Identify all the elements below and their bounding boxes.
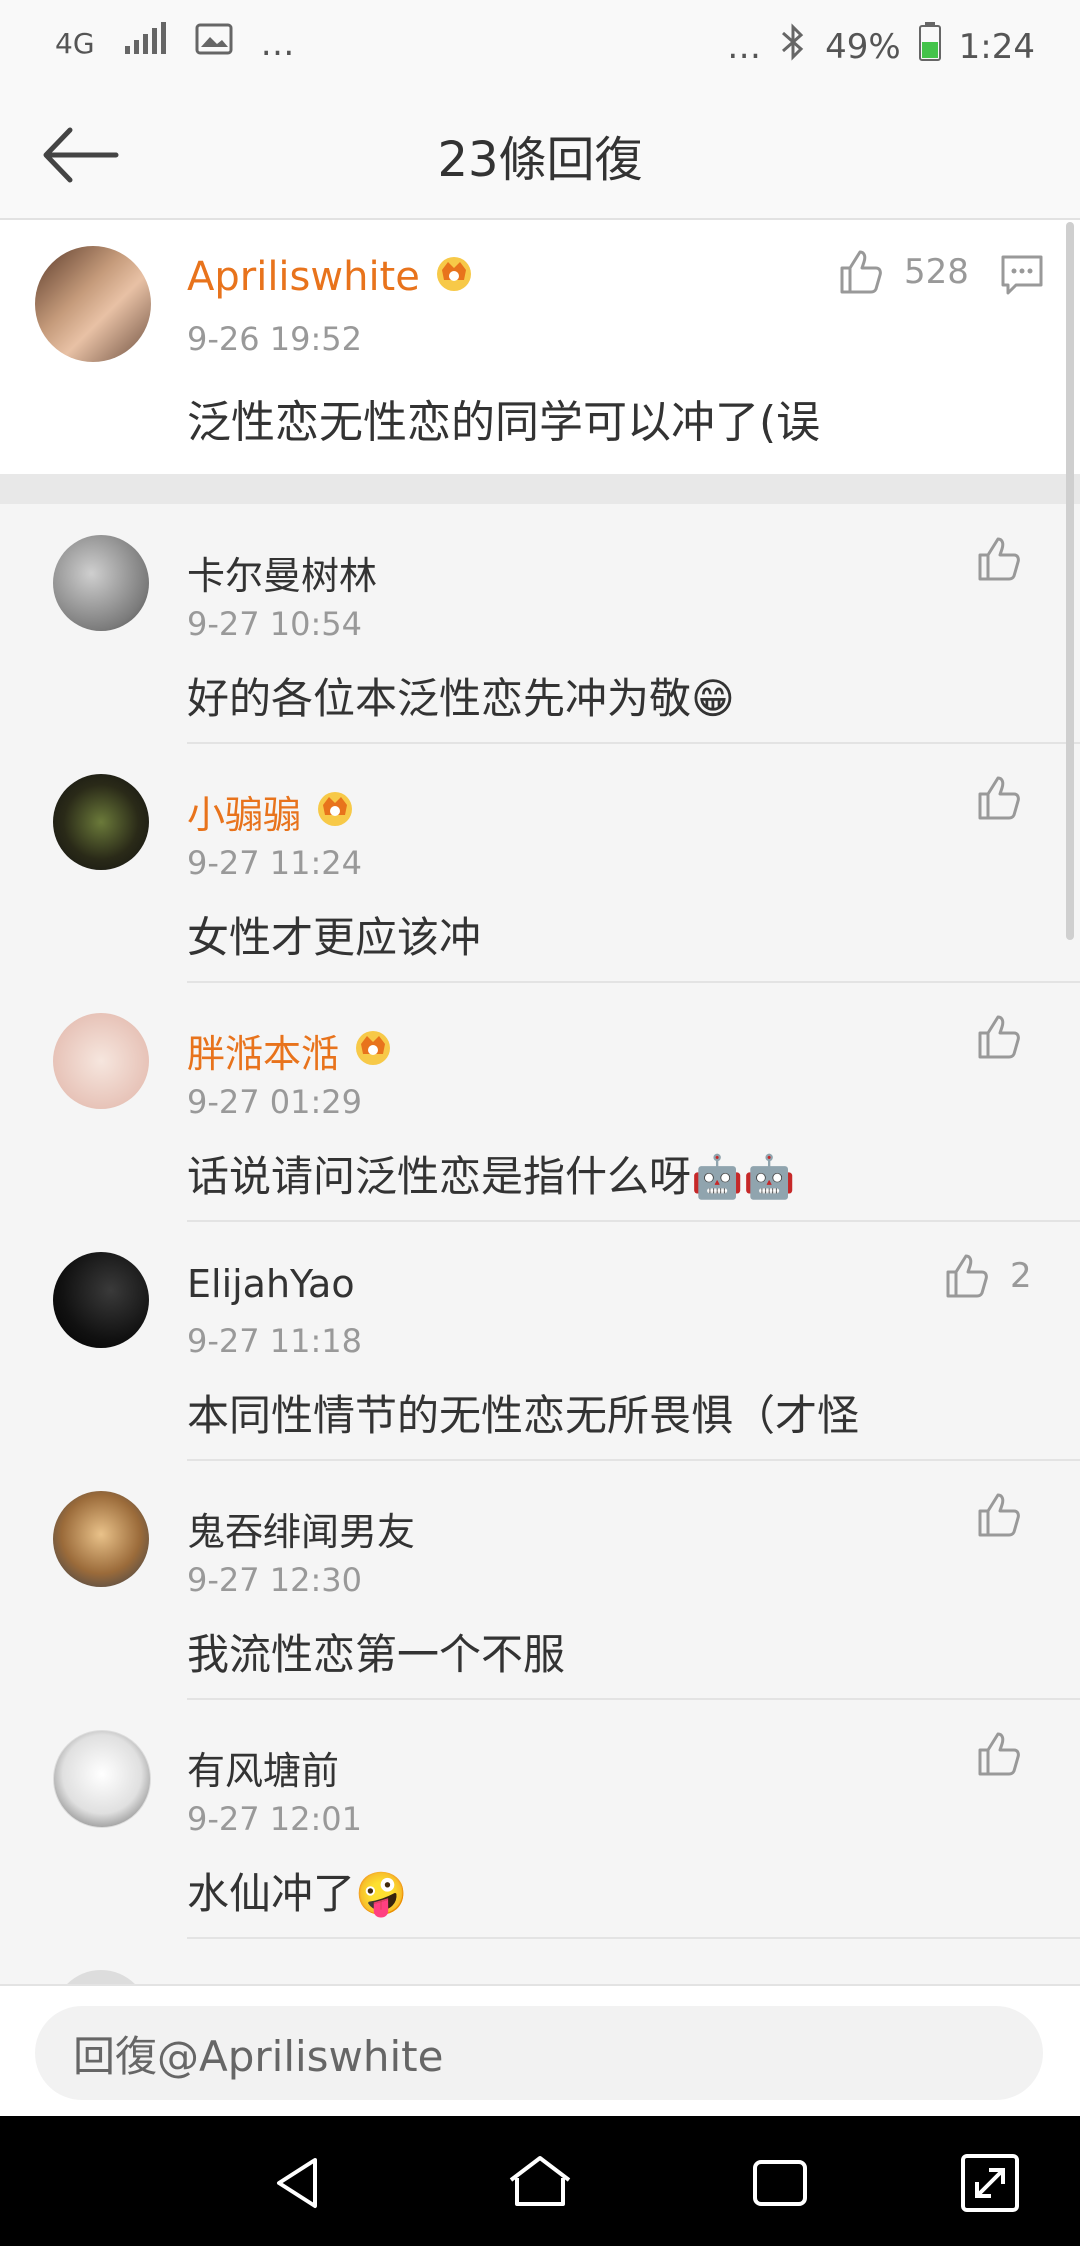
reply-item: 小骟骟 9-27 11:24 女性才更应该冲	[0, 744, 1080, 983]
page-title: 23條回復	[437, 132, 643, 188]
recents-icon	[753, 2160, 807, 2206]
reply-time: 9-27 11:18	[187, 1322, 363, 1360]
battery-percent: 49%	[825, 26, 901, 67]
thumbs-up-icon	[978, 776, 1020, 820]
like-button[interactable]: 528	[836, 248, 969, 296]
reply-time: 9-27 12:30	[187, 1561, 363, 1599]
reply-input-bar: 回復@Apriliswhite	[0, 1984, 1080, 2118]
comment-icon	[1001, 255, 1043, 295]
reply-text: 我流性恋第一个不服	[187, 1630, 566, 1679]
system-nav-bar	[0, 2116, 1080, 2246]
reply-time: 9-27 12:01	[187, 1800, 363, 1838]
reply-text: 好的各位本泛性恋先冲为敬😁	[187, 674, 735, 723]
comment-text: 泛性恋无性恋的同学可以冲了(误	[187, 397, 821, 448]
nav-home-button[interactable]	[505, 2148, 575, 2218]
thumbs-up-icon	[978, 1732, 1020, 1776]
comment-time: 9-26 19:52	[187, 320, 363, 358]
avatar[interactable]	[53, 1730, 151, 1828]
section-divider	[0, 474, 1080, 504]
triangle-back-icon	[277, 2158, 317, 2208]
reply-text: 话说请问泛性恋是指什么呀🤖🤖	[187, 1152, 796, 1201]
like-button[interactable]	[974, 535, 1042, 583]
expand-icon	[961, 2154, 1019, 2212]
vip-crown-icon	[313, 785, 357, 838]
reply-button[interactable]	[1000, 254, 1044, 300]
thumbs-up-icon	[978, 1015, 1020, 1059]
reply-item-partial	[53, 1970, 149, 1984]
like-count: 2	[1010, 1256, 1032, 1296]
reply-time: 9-27 01:29	[187, 1083, 363, 1121]
like-button[interactable]	[974, 774, 1042, 822]
thumbs-up-icon	[978, 1493, 1020, 1537]
home-icon	[509, 2156, 571, 2206]
network-indicator: 4G	[55, 27, 95, 60]
avatar[interactable]	[53, 1013, 149, 1109]
avatar[interactable]	[53, 1491, 149, 1587]
more-notifications: …	[260, 23, 295, 64]
bluetooth-icon	[779, 23, 807, 70]
nav-expand-button[interactable]	[955, 2148, 1025, 2218]
reply-time: 9-27 10:54	[187, 605, 363, 643]
username[interactable]: 鬼吞绯闻男友	[187, 1501, 415, 1556]
thumbs-up-icon	[946, 1254, 988, 1298]
reply-item: 有风塘前 9-27 12:01 水仙冲了🤪	[0, 1700, 1080, 1939]
vip-crown-icon	[432, 250, 476, 303]
username[interactable]: 有风塘前	[187, 1740, 339, 1795]
signal-icon	[123, 22, 167, 65]
username[interactable]: 胖湉本湉	[187, 1023, 339, 1078]
scrollbar[interactable]	[1066, 222, 1074, 940]
divider	[187, 1937, 1080, 1939]
thumbs-up-icon	[840, 250, 882, 294]
main-comment: Apriliswhite 9-26 19:52 泛性恋无性恋的同学可以冲了(误 …	[0, 220, 1080, 474]
username[interactable]: 小骟骟	[187, 784, 301, 839]
like-button[interactable]	[974, 1730, 1042, 1778]
reply-text: 女性才更应该冲	[187, 913, 482, 962]
nav-bar: 23條回復	[0, 90, 1080, 220]
reply-item: ElijahYao 9-27 11:18 本同性情节的无性恋无所畏惧（才怪 2	[0, 1222, 1080, 1461]
reply-text: 本同性情节的无性恋无所畏惧（才怪	[187, 1391, 860, 1440]
like-count: 528	[904, 252, 969, 292]
reply-item: 鬼吞绯闻男友 9-27 12:30 我流性恋第一个不服	[0, 1461, 1080, 1700]
reply-time: 9-27 11:24	[187, 844, 363, 882]
vip-crown-icon	[351, 1024, 395, 1077]
avatar[interactable]	[35, 246, 151, 362]
like-button[interactable]	[974, 1013, 1042, 1061]
status-bar: 4G … … 49% 1:24	[0, 0, 1080, 90]
clock: 1:24	[958, 26, 1035, 67]
username[interactable]: ElijahYao	[187, 1262, 355, 1306]
image-notification-icon	[195, 23, 233, 64]
like-button[interactable]: 2	[942, 1252, 1032, 1300]
reply-item: 卡尔曼树林 9-27 10:54 好的各位本泛性恋先冲为敬😁	[0, 505, 1080, 744]
nav-recents-button[interactable]	[745, 2148, 815, 2218]
avatar[interactable]	[53, 535, 149, 631]
reply-input-placeholder: 回復@Apriliswhite	[73, 2031, 444, 2081]
like-button[interactable]	[974, 1491, 1042, 1539]
reply-input[interactable]: 回復@Apriliswhite	[35, 2006, 1043, 2100]
avatar[interactable]	[53, 774, 149, 870]
reply-item: 胖湉本湉 9-27 01:29 话说请问泛性恋是指什么呀🤖🤖	[0, 983, 1080, 1222]
more-status: …	[727, 26, 762, 67]
username[interactable]: 卡尔曼树林	[187, 545, 377, 600]
thumbs-up-icon	[978, 537, 1020, 581]
reply-text: 水仙冲了🤪	[187, 1869, 408, 1918]
avatar[interactable]	[53, 1252, 149, 1348]
username[interactable]: Apriliswhite	[187, 254, 420, 300]
battery-icon	[918, 22, 941, 71]
nav-back-button[interactable]	[265, 2148, 335, 2218]
